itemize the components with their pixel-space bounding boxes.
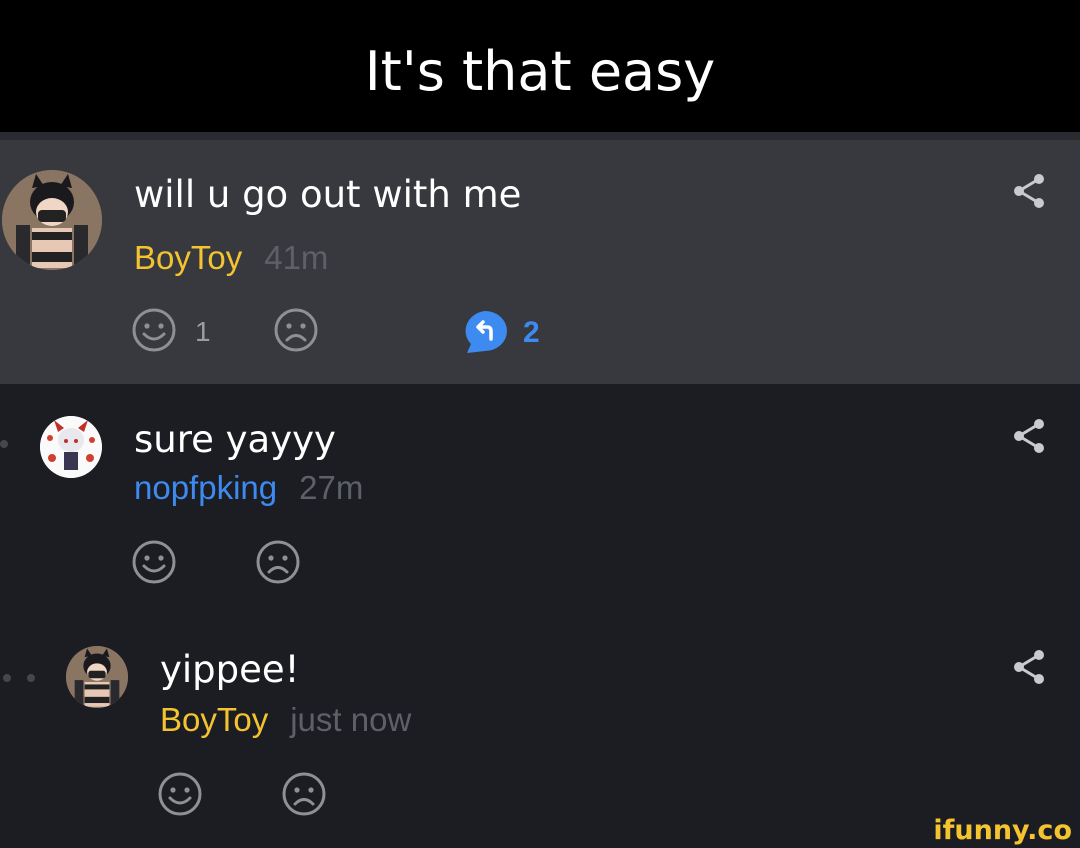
share-icon[interactable]	[1012, 172, 1046, 210]
username[interactable]: BoyToy	[160, 701, 268, 738]
avatar[interactable]	[40, 416, 102, 478]
comment-3: yippee! BoyToy just now	[0, 606, 1080, 848]
avatar[interactable]	[66, 646, 128, 708]
comment-text: yippee!	[160, 648, 300, 691]
watermark: ifunny.co	[933, 815, 1072, 846]
smile-icon[interactable]	[131, 307, 177, 353]
thread-dot	[0, 440, 8, 448]
timestamp: just now	[290, 701, 412, 738]
frown-icon[interactable]	[273, 307, 319, 353]
smile-icon[interactable]	[131, 539, 177, 585]
comment-1: will u go out with me BoyToy 41m 1 2	[0, 140, 1080, 384]
frown-icon[interactable]	[281, 771, 327, 817]
username[interactable]: BoyToy	[134, 239, 242, 276]
comment-meta: BoyToy 41m	[134, 238, 328, 278]
divider	[0, 132, 1080, 140]
reply-icon[interactable]	[461, 309, 511, 355]
thread-dot	[3, 674, 11, 682]
avatar-image	[40, 416, 102, 478]
comment-text: will u go out with me	[134, 173, 522, 216]
frown-icon[interactable]	[255, 539, 301, 585]
avatar[interactable]	[2, 170, 102, 270]
avatar-image	[2, 170, 102, 270]
username[interactable]: nopfpking	[134, 469, 277, 506]
thread-dot	[27, 674, 35, 682]
share-icon[interactable]	[1012, 648, 1046, 686]
avatar-image	[66, 646, 128, 708]
comment-meta: nopfpking 27m	[134, 468, 363, 508]
comment-text: sure yayyy	[134, 418, 336, 461]
reply-count[interactable]: 2	[523, 316, 540, 350]
smile-count: 1	[195, 316, 211, 347]
timestamp: 41m	[264, 239, 329, 276]
timestamp: 27m	[299, 469, 364, 506]
smile-icon[interactable]	[157, 771, 203, 817]
caption-bar: It's that easy	[0, 0, 1080, 132]
share-icon[interactable]	[1012, 417, 1046, 455]
meme-caption: It's that easy	[364, 40, 716, 103]
comment-meta: BoyToy just now	[160, 700, 411, 740]
comment-2: sure yayyy nopfpking 27m	[0, 384, 1080, 606]
